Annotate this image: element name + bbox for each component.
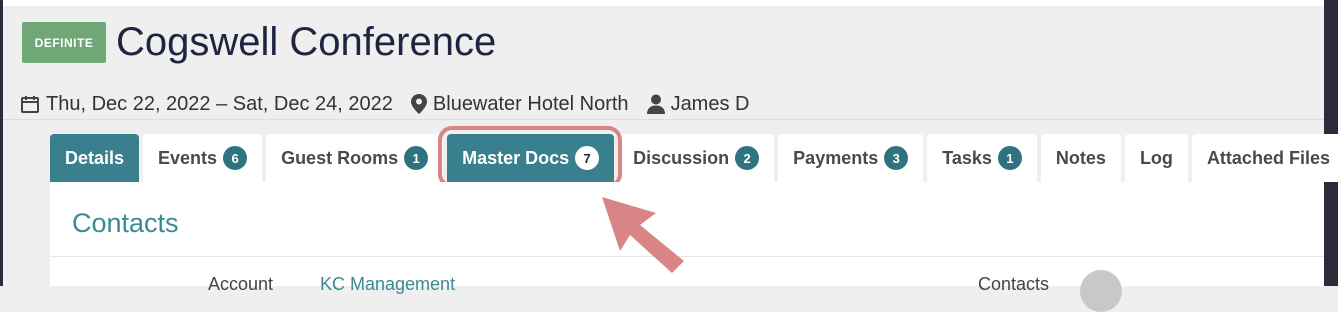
tab-guest-rooms[interactable]: Guest Rooms 1: [266, 134, 444, 182]
tab-label: Log: [1139, 147, 1173, 168]
location-item[interactable]: Bluewater Hotel North: [410, 92, 629, 116]
map-pin-icon: [410, 94, 427, 114]
account-label: Account: [208, 274, 274, 294]
tab-label: Events: [158, 147, 218, 168]
section-title: Contacts: [72, 208, 179, 238]
avatar[interactable]: [1080, 270, 1122, 312]
tab-payments[interactable]: Payments 3: [778, 134, 924, 182]
tab-label: Details: [65, 147, 125, 168]
header-divider: [3, 119, 1324, 120]
page-title: Cogswell Conference: [116, 20, 497, 64]
event-meta: Thu, Dec 22, 2022 – Sat, Dec 24, 2022 Bl…: [20, 90, 767, 118]
tab-attached-files[interactable]: Attached Files: [1191, 134, 1338, 182]
tab-label: Payments: [793, 147, 879, 168]
tab-count-badge: 2: [735, 146, 760, 170]
tab-count-badge: 6: [223, 146, 248, 170]
tab-label: Discussion: [633, 147, 730, 168]
tab-events[interactable]: Events 6: [143, 134, 263, 182]
tab-log[interactable]: Log: [1124, 134, 1188, 182]
dates-item: Thu, Dec 22, 2022 – Sat, Dec 24, 2022: [20, 93, 393, 116]
tab-bar: Details Events 6 Guest Rooms 1 Master Do…: [50, 134, 1338, 182]
tab-details[interactable]: Details: [50, 134, 140, 182]
tab-count-badge: 1: [997, 146, 1022, 170]
owner-text: James D: [670, 92, 750, 115]
highlight-ring: [438, 126, 622, 188]
tab-count-badge: 3: [884, 146, 909, 170]
tab-count-badge: 1: [404, 146, 429, 170]
tab-label: Attached Files: [1206, 147, 1330, 168]
location-text: Bluewater Hotel North: [432, 92, 629, 115]
owner-item[interactable]: James D: [646, 92, 750, 116]
dates-text: Thu, Dec 22, 2022 – Sat, Dec 24, 2022: [46, 92, 393, 115]
tab-tasks[interactable]: Tasks 1: [927, 134, 1037, 182]
user-icon: [646, 94, 665, 114]
tab-label: Guest Rooms: [281, 147, 399, 168]
calendar-icon: [21, 96, 39, 113]
tab-label: Tasks: [942, 147, 992, 168]
tab-label: Notes: [1055, 147, 1106, 168]
tab-notes[interactable]: Notes: [1040, 134, 1121, 182]
contacts-label: Contacts: [978, 274, 1050, 294]
tab-discussion[interactable]: Discussion 2: [618, 134, 775, 182]
account-link[interactable]: KC Management: [320, 274, 455, 295]
pointer-arrow-icon: [602, 197, 684, 273]
status-badge: DEFINITE: [22, 22, 106, 63]
